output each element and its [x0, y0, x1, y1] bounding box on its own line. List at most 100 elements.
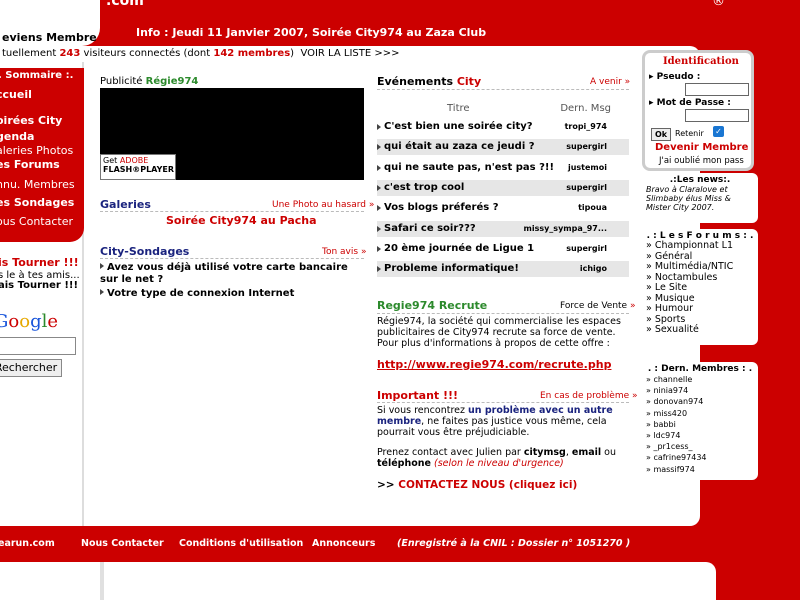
galeries-photo-link[interactable]: Soirée City974 au Pacha: [166, 214, 317, 227]
footer-link-site[interactable]: earun.com: [0, 538, 55, 549]
event-last-user[interactable]: supergirl: [566, 180, 607, 196]
event-title[interactable]: C'est bien une soirée city?: [384, 119, 533, 135]
galeries-title[interactable]: Galeries: [100, 198, 151, 211]
site-logo[interactable]: .com: [106, 0, 144, 9]
pub-header: Publicité Régie974: [100, 76, 198, 87]
menu-item-sondages[interactable]: es Sondages: [0, 196, 74, 209]
event-row[interactable]: c'est trop cool supergirl: [377, 179, 629, 196]
event-last-user[interactable]: tropi_974: [565, 119, 607, 135]
event-row[interactable]: 20 ème journée de Ligue 1 supergirl: [377, 241, 629, 257]
sondage-question-1[interactable]: Avez vous déjà utilisé votre carte banca…: [100, 262, 364, 286]
retenir-checkbox[interactable]: ✓: [713, 126, 724, 137]
arrow-icon: [377, 225, 381, 232]
tourner-link[interactable]: ais Tourner !!!: [0, 280, 78, 291]
google-search-input[interactable]: [0, 337, 76, 355]
forgot-password-link[interactable]: J'ai oublié mon pass: [659, 156, 744, 166]
event-last-user[interactable]: missy_sympa_97...: [523, 221, 607, 237]
event-last-user[interactable]: justemoi: [568, 160, 607, 176]
sondages-ton-avis[interactable]: Ton avis »: [322, 247, 366, 257]
password-label: ▸ Mot de Passe :: [649, 98, 731, 108]
col-titre: Titre: [447, 103, 470, 114]
password-input[interactable]: [685, 109, 749, 122]
arrow-icon: [377, 266, 381, 273]
important-text-2: Prenez contact avec Julien par citymsg, …: [377, 447, 617, 469]
footer-link-contact[interactable]: Nous Contacter: [81, 538, 164, 549]
menu-item-agenda[interactable]: genda: [0, 130, 34, 143]
event-row[interactable]: Probleme informatique! ichigo: [377, 261, 629, 278]
visitors-suffix: ): [290, 48, 295, 59]
google-logo: Google: [0, 311, 59, 332]
important-divider: [377, 402, 629, 403]
pseudo-label: ▸ Pseudo :: [649, 72, 701, 82]
menu-item-soirees[interactable]: oirées City: [0, 114, 62, 127]
event-title[interactable]: Safari ce soir???: [384, 221, 476, 237]
sondage-question-2[interactable]: Votre type de connexion Internet: [100, 288, 364, 300]
welcome-tab: eviens Membre: [0, 0, 100, 46]
member-item[interactable]: » cafrine97434: [646, 452, 754, 463]
ok-button[interactable]: Ok: [651, 128, 671, 141]
arrow-icon: [377, 245, 381, 252]
event-row[interactable]: Safari ce soir??? missy_sympa_97...: [377, 220, 629, 237]
bottom-panel: [0, 562, 716, 600]
sommaire-menu: . Sommaire :. ccueil oirées City genda a…: [0, 68, 84, 242]
pseudo-input[interactable]: [685, 83, 749, 96]
member-item[interactable]: » massif974: [646, 464, 754, 475]
menu-item-contact[interactable]: ous Contacter: [0, 215, 73, 228]
event-last-user[interactable]: ichigo: [580, 261, 607, 277]
events-a-venir[interactable]: A venir »: [590, 77, 630, 87]
recrute-title[interactable]: Regie974 Recrute: [377, 299, 487, 312]
event-title[interactable]: 20 ème journée de Ligue 1: [384, 241, 534, 257]
recrute-text: Régie974, la société qui commercialise l…: [377, 316, 621, 338]
event-last-user[interactable]: supergirl: [566, 241, 607, 257]
event-last-user[interactable]: supergirl: [566, 139, 607, 155]
top-right-icon[interactable]: ®: [712, 0, 725, 9]
menu-item-accueil[interactable]: ccueil: [0, 88, 32, 101]
member-item[interactable]: » donovan974: [646, 396, 754, 407]
event-last-user[interactable]: tipoua: [578, 200, 607, 216]
important-text-1: Si vous rencontrez un problème avec un a…: [377, 405, 613, 438]
member-item[interactable]: » channelle: [646, 374, 754, 385]
forums-box: . : L e s F o r u m s : . » Championnat …: [642, 229, 758, 345]
tourner-title: is Tourner !!!: [0, 256, 79, 269]
member-item[interactable]: » ninia974: [646, 385, 754, 396]
event-title[interactable]: Probleme informatique!: [384, 261, 519, 277]
footer-link-conditions[interactable]: Conditions d'utilisation: [179, 538, 303, 549]
recrute-force-vente[interactable]: Force de Vente »: [560, 301, 635, 311]
event-row[interactable]: C'est bien une soirée city? tropi_974: [377, 119, 629, 135]
members-count: 142 membres: [213, 48, 291, 59]
arrow-icon: [100, 263, 104, 269]
news-box: .:Les news:. Bravo à Claralove et Slimba…: [642, 173, 758, 223]
arrow-icon: [377, 164, 381, 171]
galeries-random[interactable]: Une Photo au hasard »: [272, 200, 374, 210]
member-item[interactable]: » miss420: [646, 408, 754, 419]
events-table-header: Titre Dern. Msg: [377, 103, 629, 117]
member-item[interactable]: » babbi: [646, 419, 754, 430]
menu-item-forums[interactable]: es Forums: [0, 158, 60, 171]
event-row[interactable]: Vos blogs préferés ? tipoua: [377, 200, 629, 216]
welcome-text: eviens Membre: [2, 31, 97, 44]
flash-get: Get: [103, 156, 118, 165]
member-item[interactable]: » _pr1cess_: [646, 441, 754, 452]
news-text[interactable]: Bravo à Claralove et Slimbaby élus Miss …: [646, 185, 754, 212]
event-row[interactable]: qui ne saute pas, n'est pas ?!! justemoi: [377, 160, 629, 176]
recrute-link[interactable]: http://www.regie974.com/recrute.php: [377, 358, 611, 371]
galeries-divider: [100, 211, 364, 212]
devenir-membre-link[interactable]: Devenir Membre: [655, 142, 748, 153]
voir-liste-link[interactable]: VOIR LA LISTE >>>: [300, 48, 399, 59]
event-title[interactable]: Vos blogs préferés ?: [384, 200, 499, 216]
menu-item-membres[interactable]: nnu. Membres: [0, 178, 75, 191]
contact-us[interactable]: >> CONTACTEZ NOUS (cliquez ici): [377, 479, 577, 491]
member-item[interactable]: » ldc974: [646, 430, 754, 441]
arrow-icon: [377, 124, 381, 130]
event-title[interactable]: c'est trop cool: [384, 180, 464, 196]
footer-link-annonceurs[interactable]: Annonceurs: [312, 538, 375, 549]
event-row[interactable]: qui était au zaza ce jeudi ? supergirl: [377, 139, 629, 156]
google-search-button[interactable]: Rechercher: [0, 359, 62, 377]
menu-item-galeries[interactable]: aleries Photos: [0, 144, 73, 157]
flash-player-badge[interactable]: Get ADOBE FLASH®PLAYER: [100, 154, 176, 180]
flash-player-text: FLASH®PLAYER: [103, 165, 175, 174]
event-title[interactable]: qui était au zaza ce jeudi ?: [384, 139, 535, 155]
sondages-title[interactable]: City-Sondages: [100, 245, 189, 258]
event-title[interactable]: qui ne saute pas, n'est pas ?!!: [384, 160, 554, 176]
forum-item[interactable]: » Sexualité: [646, 324, 754, 336]
